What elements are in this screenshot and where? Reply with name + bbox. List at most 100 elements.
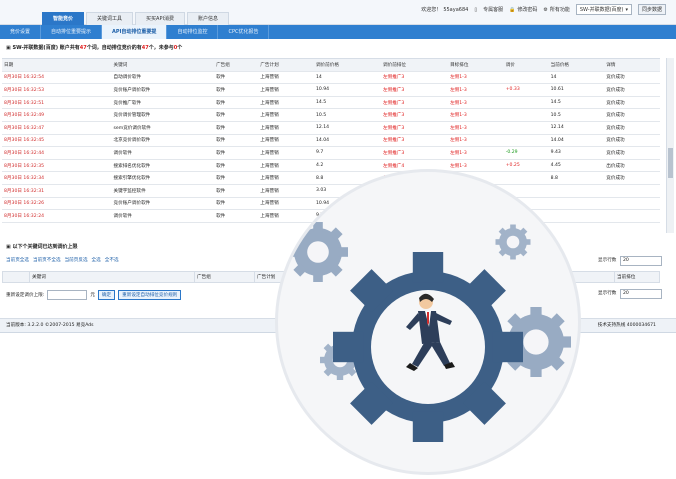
sync-button[interactable]: 同步数据: [637, 4, 666, 15]
table-cell: 左侧1-3: [448, 96, 504, 110]
table-cell: 出价成功: [604, 159, 660, 173]
table-cell: 8月30日 16:32:44: [2, 146, 112, 160]
table-row[interactable]: 8月30日 16:32:31关键字监控软件软件上海营销3.03左侧推广3左侧1-…: [2, 184, 660, 198]
table-cell: 左侧1-3: [448, 146, 504, 160]
table-cell: 左侧1-3: [448, 108, 504, 122]
table-cell: 竞价成功: [604, 171, 660, 185]
all-features-link[interactable]: ⚙ 所有功能: [543, 6, 570, 14]
table-row[interactable]: 8月30日 16:32:49 竞价调价管理软件 软件 上海营销 10.5 左侧推广3 左侧1…: [2, 108, 660, 122]
gears-businessman-illustration: [288, 222, 571, 442]
col-adgroup: 广告组: [214, 58, 259, 72]
subnav-cpc-report[interactable]: CPC优化报告: [218, 25, 270, 39]
limit-section-title: ▣ 以下个关键词已达到调价上限: [6, 244, 78, 250]
table-cell: 竞价成功: [604, 121, 660, 135]
tab-keyword-tool[interactable]: 关键词工具: [86, 12, 134, 25]
table-cell: 左侧推广3: [381, 146, 449, 160]
sub-nav: 竞价设置 自动排位重要提示 API自动排位重要提 自动排位监控 CPC优化报告: [0, 25, 676, 39]
table-header-row: 日期 关键词 广告组 广告计划 调价前价格 调价前排位 目标排位 调价 当前价格…: [2, 58, 660, 72]
subnav-auto-rank-notice[interactable]: 自动排位重要提示: [41, 25, 103, 39]
table-cell: 竞价成功: [604, 71, 660, 85]
table-cell: [604, 197, 660, 211]
table-cell: 14.04: [313, 134, 381, 148]
subnav-auto-rank-monitor[interactable]: 自动排位监控: [167, 25, 219, 39]
table-row[interactable]: 8月30日 16:32:53 竞价账户调价软件 软件 上海营销 10.94 左侧推广3 左侧…: [2, 83, 660, 97]
table-cell: 8月30日 16:32:31: [2, 184, 112, 198]
table-cell: 14: [313, 71, 381, 85]
table-cell: 14.5: [313, 96, 381, 110]
gear-icon: [495, 224, 531, 260]
subnav-api-auto-rank[interactable]: API自动排位重要提: [102, 25, 168, 39]
table-cell: 上海营销: [258, 71, 314, 85]
version-text: 当前版本: 3.2.2.0 ©2007-2015 易竞Ads: [6, 323, 94, 328]
table-cell: 10.94: [313, 83, 381, 97]
limit-input[interactable]: [47, 290, 88, 300]
table-cell: 搜索排名优化软件: [111, 159, 215, 173]
table-cell: 上海营销: [258, 83, 314, 97]
table-cell: 左侧1-3: [448, 134, 504, 148]
selection-links: 当前页全选 当前页不全选 当前页反选 全选 全不选: [6, 257, 119, 263]
table-scrollbar[interactable]: [666, 58, 674, 233]
table-cell: [503, 108, 549, 122]
table-cell: 上海营销: [258, 108, 314, 122]
rows-select-bottom[interactable]: 20: [620, 289, 662, 299]
table-cell: 软件: [214, 134, 259, 148]
table-cell: 调价软件: [111, 209, 215, 223]
top-right-info: 欢迎您！ 55aya684 ▯ 专属客服 🔒 修改密码 ⚙ 所有功能 SW-并联数据(…: [421, 4, 666, 15]
table-cell: 左侧1-3: [448, 121, 504, 135]
col-adjust: 调价: [503, 58, 549, 72]
account-summary: ▣ SW-并联数据(百度) 账户共有47个词，自动排位竞价的有47个，未参与0个: [6, 45, 183, 51]
table-cell: 软件: [214, 83, 259, 97]
table-row[interactable]: 8月30日 16:32:44 调价软件 软件 上海营销 9.7 左侧推广3 左侧1-3 -0.…: [2, 146, 660, 160]
table-cell: 上海营销: [258, 209, 314, 223]
table-cell: 软件: [214, 121, 259, 135]
unit-label: 元: [90, 293, 95, 298]
table-cell: -0.29: [503, 146, 549, 160]
select-none[interactable]: 全不选: [105, 257, 119, 263]
table-cell: 4.45: [548, 159, 605, 173]
table-cell: [503, 71, 549, 85]
table-cell: 软件: [214, 197, 259, 211]
lock-icon: 🔒: [509, 6, 516, 13]
select-page-none[interactable]: 当前页不全选: [33, 257, 61, 263]
table-cell: 8月30日 16:32:51: [2, 96, 112, 110]
support-link[interactable]: 专属客服: [483, 6, 503, 13]
chevron-down-icon: ▾: [625, 6, 628, 13]
select-page-all[interactable]: 当前页全选: [6, 257, 29, 263]
table-cell: 8.8: [548, 171, 605, 185]
subnav-bid-settings[interactable]: 竞价设置: [0, 25, 42, 39]
table-row[interactable]: 8月30日 16:32:34搜索引擎优化软件软件上海营销8.8左侧推广3左侧1-…: [2, 171, 660, 185]
table-body: 8月30日 16:32:54 自动调价软件 软件 上海营销 14 左侧推广3 左侧1-3 14…: [2, 71, 660, 223]
table-cell: [604, 209, 660, 223]
col-target-rank: 目标排位: [448, 58, 504, 72]
account-select[interactable]: SW-并联数据(百度) ▾: [575, 4, 632, 15]
table-cell: 8月30日 16:32:54: [2, 71, 112, 85]
table-cell: [503, 96, 549, 110]
scrollbar-thumb[interactable]: [668, 148, 673, 178]
select-page-invert[interactable]: 当前页反选: [65, 257, 88, 263]
reset-rules-button[interactable]: 重新设定自动排位竞价规则: [118, 290, 182, 300]
table-cell: 软件: [214, 171, 259, 185]
table-row[interactable]: 8月30日 16:32:45 北京竞价调价软件 软件 上海营销 14.04 左侧推广3 左侧…: [2, 134, 660, 148]
confirm-button[interactable]: 确定: [97, 290, 116, 300]
table-cell: 左侧1-3: [448, 71, 504, 85]
table-cell: 8月30日 16:32:53: [2, 83, 112, 97]
table-row[interactable]: 8月30日 16:32:47 sem竞价调价软件 软件 上海营销 12.14 左侧推广3 左…: [2, 121, 660, 135]
table-row[interactable]: 8月30日 16:32:54 自动调价软件 软件 上海营销 14 左侧推广3 左侧1-3 14…: [2, 71, 660, 85]
table-cell: 上海营销: [258, 96, 314, 110]
rows-select[interactable]: 20: [620, 256, 662, 266]
table-row[interactable]: 8月30日 16:32:35 搜索排名优化软件 软件 上海营销 4.2 左侧推广4 左侧1-…: [2, 159, 660, 173]
table-cell: 竞价账户调价软件: [111, 83, 215, 97]
table-cell: 左侧推广4: [381, 159, 449, 173]
table-cell: 软件: [214, 209, 259, 223]
table-row[interactable]: 8月30日 16:32:51 竞价推广软件 软件 上海营销 14.5 左侧推广3 左侧1-3…: [2, 96, 660, 110]
col-current-price: 当前价格: [548, 58, 605, 72]
select-all[interactable]: 全选: [92, 257, 101, 263]
password-link[interactable]: 🔒 修改密码: [509, 6, 537, 14]
tab-api-consumption[interactable]: 买买API消费: [135, 12, 185, 25]
tab-smart-bid[interactable]: 智能竞价: [42, 12, 85, 25]
col2-keyword: 关键词: [29, 271, 195, 283]
table-cell: 9.7: [313, 146, 381, 160]
checkbox-col[interactable]: [2, 271, 30, 283]
table-cell: 10.61: [548, 83, 605, 97]
tab-account-info[interactable]: 账户信息: [186, 12, 229, 25]
